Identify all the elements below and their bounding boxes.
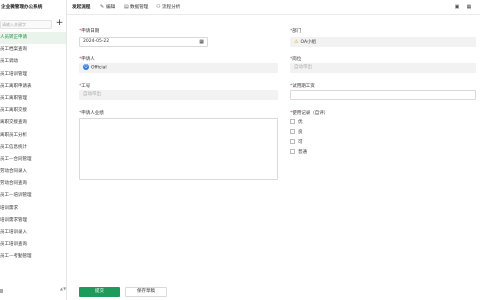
calendar-icon[interactable]: ▦ — [199, 38, 204, 46]
sidebar-item[interactable]: 员工培训录入 — [0, 227, 66, 239]
sidebar-item[interactable]: 员工离职管理 — [0, 93, 66, 105]
sidebar-item[interactable]: 员工信息统计 — [0, 142, 66, 154]
form-area: *申请日期 2024-05-22 ▦ *部门 ⚠ OA小组 *申请人 O Offic… — [67, 15, 480, 300]
export-icon[interactable]: ▣ — [454, 4, 460, 11]
toolbar: 发起流程 ✎ 编辑 ▤数据管理 ⚇ 流程分析 ▣ ▦ — [67, 0, 480, 15]
employee-no-field[interactable]: 自动带出 — [79, 90, 278, 100]
sidebar-item[interactable]: 员工—合同管理 — [0, 154, 66, 166]
evaluation-option[interactable]: 优 — [290, 119, 303, 125]
sidebar-item[interactable]: 员工—考勤管理 — [0, 251, 66, 263]
avatar: O — [83, 64, 89, 70]
checkbox[interactable] — [290, 129, 295, 134]
sidebar-item[interactable]: 人员转正申请 — [0, 32, 66, 45]
business-desc-textarea[interactable] — [79, 118, 278, 180]
sidebar-item[interactable]: 劳动合同录入 — [0, 166, 66, 178]
edit-label: 编辑 — [106, 5, 116, 10]
sidebar-item[interactable]: 培训需求管理 — [0, 215, 66, 227]
evaluation-label: *使用记录（自评） — [290, 111, 329, 116]
apply-date-field[interactable]: 2024-05-22 ▦ — [79, 37, 208, 47]
edit-button[interactable]: ✎ 编辑 — [100, 3, 115, 12]
sidebar-collapse-icon[interactable]: Ⅲ — [0, 289, 3, 295]
data-manage-button[interactable]: ▤数据管理 — [124, 3, 148, 12]
sidebar-item[interactable]: 员工培训查询 — [0, 239, 66, 251]
warning-icon: ⚠ — [294, 39, 299, 45]
sidebar-item[interactable]: 离职交接查询 — [0, 117, 66, 129]
sidebar-item[interactable]: 员工离职申请表 — [0, 81, 66, 93]
business-desc-label: *申请人业绩 — [79, 111, 104, 116]
data-manage-label: 数据管理 — [130, 5, 149, 10]
position-field[interactable]: 自动带出 — [290, 63, 476, 73]
sidebar-item[interactable]: 员工调动 — [0, 56, 66, 68]
sidebar-item[interactable]: 劳动合同查询 — [0, 178, 66, 190]
checkbox[interactable] — [290, 139, 295, 144]
app-window: 企业微管理办公系统 请输入关键字 + 人员转正申请 员工档案查询 员工调动 员工… — [0, 0, 480, 300]
sidebar-item[interactable]: 离职员工分析 — [0, 130, 66, 142]
scroll-arrows-icon[interactable]: ▲▼ — [60, 286, 66, 294]
submit-button[interactable]: 提交 — [79, 287, 120, 297]
probation-salary-label: *试用期工资 — [290, 84, 315, 89]
save-draft-button[interactable]: 保存草稿 — [125, 287, 167, 297]
employee-no-label: *工号 — [79, 84, 91, 89]
sidebar: 企业微管理办公系统 请输入关键字 + 人员转正申请 员工档案查询 员工调动 员工… — [0, 0, 67, 300]
sidebar-item[interactable]: 培训需求 — [0, 203, 66, 215]
evaluation-option[interactable]: 可 — [290, 139, 303, 145]
applicant-label: *申请人 — [79, 57, 95, 62]
sidebar-search-input[interactable]: 请输入关键字 — [0, 20, 52, 29]
sidebar-item[interactable]: 员工档案查询 — [0, 44, 66, 56]
flow-analysis-button[interactable]: ⚇ 流程分析 — [156, 3, 180, 12]
settings-icon[interactable]: ▦ — [466, 4, 472, 11]
sidebar-item[interactable]: 员工—培训管理 — [0, 190, 66, 202]
app-title: 企业微管理办公系统 — [1, 5, 43, 10]
toolbar-title[interactable]: 发起流程 — [72, 3, 90, 12]
position-label: *岗位 — [290, 57, 302, 62]
flow-analysis-label: 流程分析 — [162, 5, 181, 10]
department-field[interactable]: ⚠ OA小组 — [290, 37, 476, 47]
department-label: *部门 — [290, 29, 302, 34]
checkbox[interactable] — [290, 149, 295, 154]
applicant-field[interactable]: O Official — [79, 63, 278, 73]
add-button[interactable]: + — [55, 18, 64, 29]
evaluation-option[interactable]: 普通 — [290, 149, 307, 155]
evaluation-option[interactable]: 良 — [290, 129, 303, 135]
sidebar-list: 人员转正申请 员工档案查询 员工调动 员工培训管理 员工离职申请表 员工离职管理… — [0, 32, 66, 264]
checkbox[interactable] — [290, 119, 295, 124]
probation-salary-field[interactable] — [290, 90, 476, 100]
sidebar-item[interactable]: 员工离职交接 — [0, 105, 66, 117]
apply-date-label: *申请日期 — [79, 29, 100, 34]
sidebar-item[interactable]: 员工培训管理 — [0, 69, 66, 81]
